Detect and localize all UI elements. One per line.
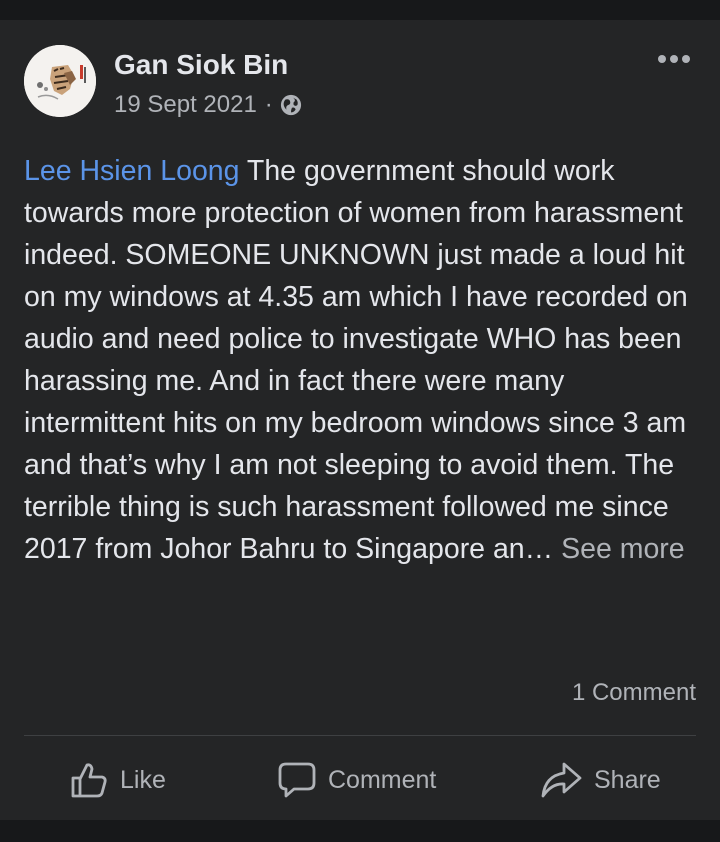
share-icon xyxy=(541,762,582,798)
share-button[interactable]: Share xyxy=(540,755,661,805)
comment-label: Comment xyxy=(328,765,437,794)
like-button[interactable]: Like xyxy=(70,755,166,805)
share-label: Share xyxy=(594,765,661,794)
comment-count[interactable]: 1 Comment xyxy=(572,678,696,708)
post-body: The government should work towards more … xyxy=(24,155,688,565)
meta-separator: · xyxy=(264,91,273,118)
more-options-button[interactable] xyxy=(654,45,694,73)
like-icon xyxy=(71,763,107,798)
mention-link[interactable]: Lee Hsien Loong xyxy=(24,155,240,187)
post-date[interactable]: 19 Sept 2021 xyxy=(114,90,257,120)
comment-icon xyxy=(278,762,316,798)
avatar[interactable] xyxy=(24,45,96,117)
see-more-link[interactable]: See more xyxy=(553,533,685,565)
divider xyxy=(24,735,696,736)
globe-icon xyxy=(280,94,301,116)
post-meta: 19 Sept 2021 · xyxy=(114,90,302,120)
post-card: Gan Siok Bin 19 Sept 2021 · Lee Hsien Lo… xyxy=(0,20,720,820)
comment-button[interactable]: Comment xyxy=(278,755,436,805)
action-bar: Like Comment Share xyxy=(0,755,720,805)
tiger-painting-image xyxy=(24,45,96,117)
post-text: Lee Hsien Loong The government should wo… xyxy=(24,150,700,570)
post-header: Gan Siok Bin 19 Sept 2021 · xyxy=(24,45,696,120)
screen: Gan Siok Bin 19 Sept 2021 · Lee Hsien Lo… xyxy=(0,0,720,842)
more-options-icon xyxy=(658,55,690,63)
author-name[interactable]: Gan Siok Bin xyxy=(114,47,288,83)
like-label: Like xyxy=(120,765,166,794)
